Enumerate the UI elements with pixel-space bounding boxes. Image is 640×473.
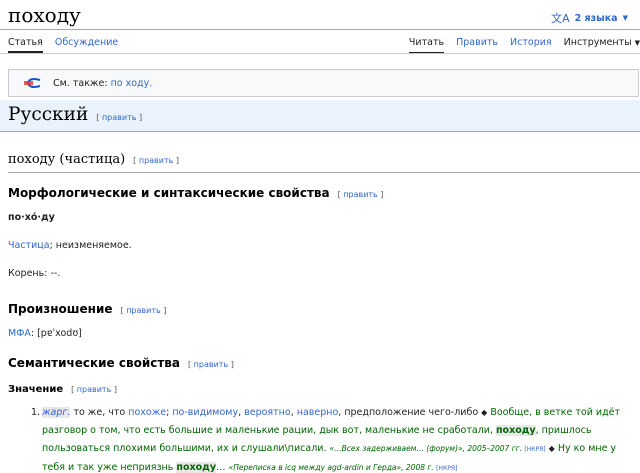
page-title: походу [8, 3, 81, 27]
tab-edit[interactable]: Править [456, 37, 498, 54]
ipa-line: МФА: [pɐˈxodʊ] [8, 328, 82, 339]
see-also-link[interactable]: по ходу. [111, 78, 153, 89]
meaning-heading: Значение[ править ] [8, 384, 117, 395]
def-text-2: , предположение чего-либо [338, 407, 482, 418]
chevron-down-icon: ▼ [634, 39, 640, 47]
definition-item: 1. жарг. то же, что похоже; по-видимому,… [31, 404, 632, 473]
edit-link-semantic[interactable]: править [194, 360, 229, 369]
quote-2-word: походу [176, 462, 217, 473]
root: Корень: --. [8, 268, 61, 279]
synonym-link[interactable]: наверно [297, 407, 339, 418]
pos-rest: ; неизменяемое. [49, 240, 132, 251]
language-button[interactable]: 文A 2 языка ▼ [551, 10, 628, 26]
tools-label: Инструменты [563, 37, 632, 48]
quote-1-word: походу [495, 425, 536, 436]
tab-read[interactable]: Читать [408, 37, 445, 54]
edit-link-morph[interactable]: править [343, 190, 378, 199]
page-actions: Читать Править История Инструменты ▼ [397, 37, 640, 54]
syllables: по·хо́·ду [8, 212, 55, 223]
edit-link-russian[interactable]: править [102, 113, 137, 122]
source-1-text: «…Всех задерживаем… (форум)», 2005–2007 … [329, 444, 522, 453]
ipa-link[interactable]: МФА [8, 328, 31, 339]
quote-2b: … [216, 462, 229, 473]
morph-heading: Морфологические и синтаксические свойств… [8, 186, 384, 200]
word-heading: походу (частица)[ править ] [8, 152, 180, 167]
edit-link-meaning[interactable]: править [77, 385, 112, 394]
tab-history[interactable]: История [510, 37, 552, 54]
translate-icon: 文A [551, 12, 570, 25]
definition-number: 1. [31, 407, 41, 418]
word-heading-text: походу (частица) [8, 152, 126, 167]
def-text-1: то же, что [70, 407, 129, 418]
semantic-heading: Семантические свойства[ править ] [8, 356, 234, 370]
see-also-box: См. также: по ходу. [8, 69, 639, 97]
tab-discussion[interactable]: Обсуждение [55, 37, 118, 53]
label-slang[interactable]: жарг. [42, 407, 71, 418]
source-2-text: «Переписка в icq между agd-ardin и Герда… [228, 463, 434, 472]
language-section-header: Русский [ править ] [0, 100, 640, 132]
word-divider [8, 172, 640, 173]
synonym-link[interactable]: вероятно [244, 407, 291, 418]
pos-link[interactable]: Частица [8, 240, 50, 251]
semantic-heading-text: Семантические свойства [8, 356, 180, 370]
languages-label: 2 языка [574, 12, 618, 24]
chevron-down-icon: ▼ [622, 14, 628, 22]
language-title: Русский [8, 104, 89, 125]
title-divider [0, 29, 640, 30]
part-of-speech: Частица; неизменяемое. [8, 240, 132, 251]
nkrya-link[interactable]: [НКРЯ] [436, 465, 457, 472]
tabs-divider [0, 53, 640, 54]
tab-article[interactable]: Статья [8, 37, 43, 53]
example-source-2: «Переписка в icq между agd-ardin и Герда… [229, 463, 458, 472]
example-source-1: «…Всех задерживаем… (форум)», 2005–2007 … [330, 444, 546, 453]
edit-section: [ править ] [96, 113, 143, 122]
page-tabs: Статья Обсуждение Читать Править История… [8, 37, 640, 54]
nkrya-link[interactable]: [НКРЯ] [524, 446, 545, 453]
morph-heading-text: Морфологические и синтаксические свойств… [8, 186, 330, 200]
tools-menu[interactable]: Инструменты ▼ [564, 37, 640, 54]
pron-heading-text: Произношение [8, 302, 113, 316]
pronunciation-heading: Произношение[ править ] [8, 302, 167, 316]
synonym-link[interactable]: по-видимому [172, 407, 238, 418]
edit-link-pron[interactable]: править [126, 306, 161, 315]
ipa-value: : [pɐˈxodʊ] [30, 328, 82, 339]
synonym-link[interactable]: похоже [128, 407, 166, 418]
redirect-arrow-icon [24, 78, 41, 88]
meaning-heading-text: Значение [8, 384, 64, 395]
edit-link-word[interactable]: править [139, 156, 174, 165]
see-also-prefix: См. также: [53, 77, 108, 89]
